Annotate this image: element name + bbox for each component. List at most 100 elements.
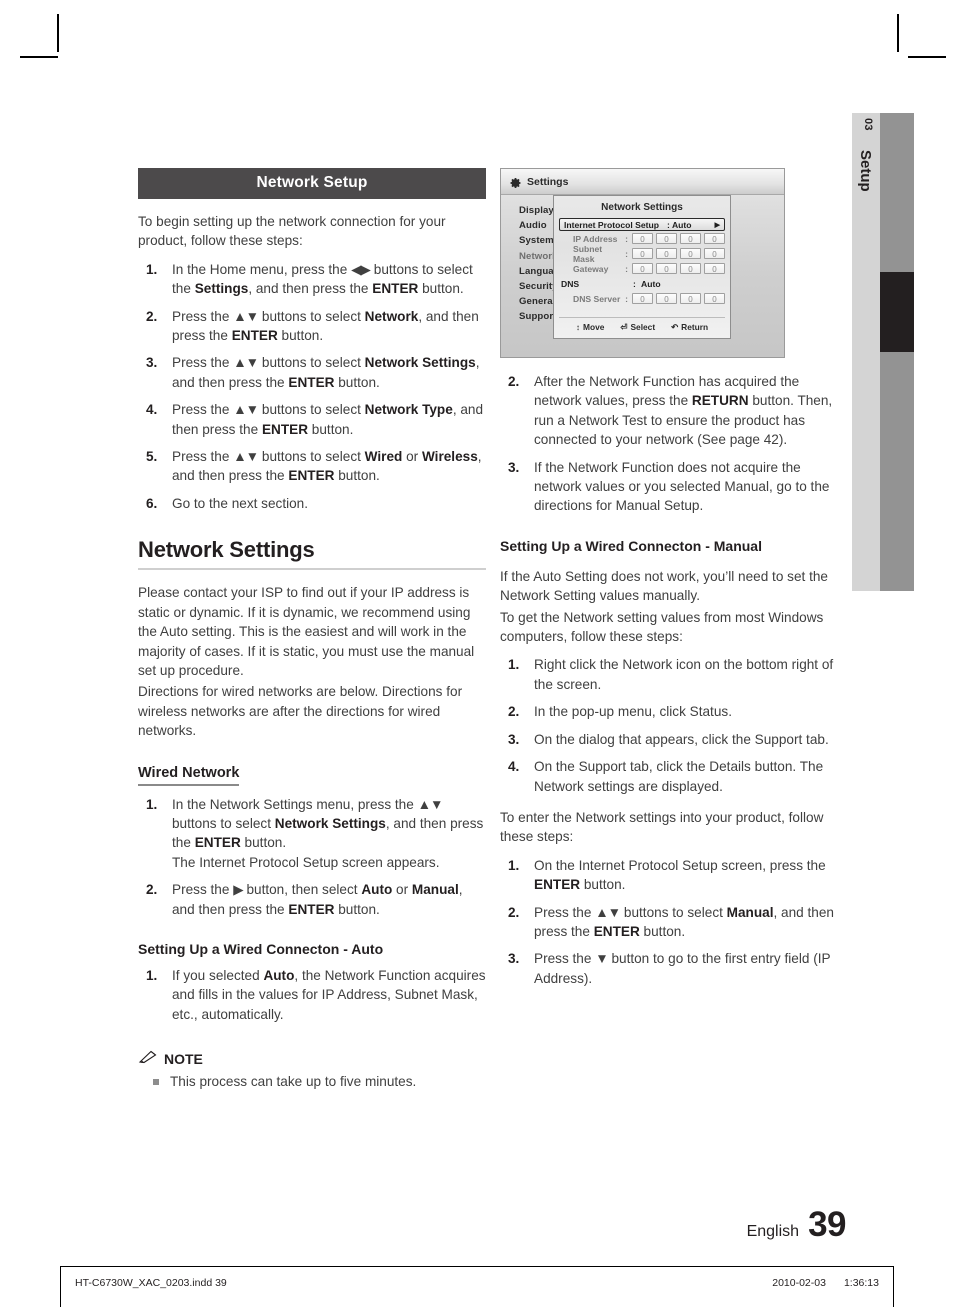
- list-item-text: Go to the next section.: [172, 495, 309, 511]
- chapter-number: 03: [862, 118, 874, 131]
- manual-paragraph-1: If the Auto Setting does not work, you’l…: [500, 568, 828, 604]
- octet-field[interactable]: 0: [632, 248, 653, 259]
- tv-field-row[interactable]: Subnet Mask:0 0 0 0: [559, 243, 725, 264]
- octet-field[interactable]: 0: [632, 263, 653, 274]
- right-column: Settings Display Audio System Network Langua…: [500, 168, 845, 996]
- list-item-number: 3.: [508, 731, 520, 747]
- tv-dialog-footer-hints: ↕ Move ⏎ Select ↶ Return: [559, 317, 725, 332]
- list-item: 3. If the Network Function does not acqui…: [500, 458, 845, 516]
- octet-field[interactable]: 0: [656, 248, 677, 259]
- list-item: 1. If you selected Auto, the Network Func…: [138, 966, 486, 1024]
- tv-field-colon: :: [625, 248, 628, 259]
- list-item: 5. Press the ▲▼ buttons to select Wired o…: [138, 447, 486, 486]
- pencil-icon: [138, 1050, 157, 1067]
- hint-label: Move: [583, 322, 605, 332]
- tv-footer-hint: ↶ Return: [671, 322, 708, 332]
- footer-timestamp: 2010-02-03 1:36:13: [772, 1277, 879, 1289]
- list-item-text: On the dialog that appears, click the Su…: [534, 731, 829, 747]
- octet-field[interactable]: 0: [704, 263, 725, 274]
- list-item-text: If you selected Auto, the Network Functi…: [172, 967, 486, 1022]
- network-settings-paragraph-2: Directions for wired networks are below.…: [138, 684, 463, 739]
- wired-network-steps: 1. In the Network Settings menu, press th…: [138, 795, 486, 919]
- list-item-text: After the Network Function has acquired …: [534, 374, 833, 448]
- list-item: 1. In the Home menu, press the ◀▶ buttons…: [138, 260, 486, 299]
- tv-row-dns[interactable]: DNS : Auto: [559, 276, 725, 291]
- chapter-side-tab-marker: [880, 272, 914, 352]
- wired-manual-heading: Setting Up a Wired Connecton - Manual: [500, 537, 762, 554]
- list-item-number: 1.: [146, 796, 158, 812]
- octet-field[interactable]: 0: [632, 293, 653, 304]
- hint-icon: ↶: [671, 322, 679, 332]
- octet-field[interactable]: 0: [632, 233, 653, 244]
- list-item-text: Press the ▲▼ buttons to select Manual, a…: [534, 904, 834, 939]
- list-item: 6. Go to the next section.: [138, 494, 486, 513]
- chevron-right-icon[interactable]: ▶: [715, 221, 720, 229]
- tv-dns-server-row[interactable]: DNS Server:0 0 0 0: [559, 291, 725, 306]
- list-item-text: In the Home menu, press the ◀▶ buttons t…: [172, 261, 473, 297]
- list-item-number: 5.: [146, 449, 158, 465]
- octet-field[interactable]: 0: [656, 263, 677, 274]
- tv-dns-colon: :: [633, 278, 636, 289]
- crop-mark-top-right-horizontal: [908, 56, 946, 58]
- list-item-text: On the Support tab, click the Details bu…: [534, 759, 824, 794]
- octet-field[interactable]: 0: [680, 293, 701, 304]
- tv-field-row[interactable]: Gateway:0 0 0 0: [559, 261, 725, 276]
- octet-group: 0000: [632, 263, 725, 274]
- tv-field-colon: :: [625, 233, 628, 244]
- octet-field[interactable]: 0: [704, 293, 725, 304]
- list-item: 2. Press the ▲▼ buttons to select Manual,…: [500, 903, 845, 942]
- list-item-text: Press the ▲▼ buttons to select Network T…: [172, 402, 484, 437]
- list-item: 3. On the dialog that appears, click the …: [500, 730, 845, 749]
- footer-date: 2010-02-03: [772, 1277, 826, 1289]
- list-item-number: 3.: [508, 459, 520, 475]
- octet-field[interactable]: 0: [704, 248, 725, 259]
- list-item: 3. Press the ▲▼ buttons to select Network…: [138, 353, 486, 392]
- octet-group: 0000: [632, 293, 725, 304]
- list-item-number: 3.: [508, 951, 520, 967]
- hint-icon: ⏎: [620, 322, 628, 332]
- list-item-number: 4.: [508, 759, 520, 775]
- tv-ips-value: : Auto: [667, 219, 692, 230]
- note-block: NOTE This process can take up to five mi…: [138, 1050, 486, 1091]
- list-item: 1. Right click the Network icon on the bo…: [500, 655, 845, 694]
- octet-field[interactable]: 0: [656, 293, 677, 304]
- list-item-number: 1.: [146, 967, 158, 983]
- list-item-number: 1.: [146, 261, 158, 277]
- footer-time: 1:36:13: [843, 1277, 879, 1289]
- list-item-number: 2.: [508, 904, 520, 920]
- octet-field[interactable]: 0: [704, 233, 725, 244]
- octet-group: 0000: [632, 233, 725, 244]
- wired-auto-steps-continued: 2. After the Network Function has acquire…: [500, 372, 845, 516]
- tv-dns-label: DNS: [561, 278, 580, 289]
- octet-field[interactable]: 0: [680, 263, 701, 274]
- tv-row-internet-protocol-setup[interactable]: Internet Protocol Setup : Auto ▶: [559, 218, 725, 231]
- tv-ips-label: Internet Protocol Setup: [564, 219, 660, 230]
- tv-footer-hint: ⏎ Select: [620, 322, 655, 332]
- tv-field-label: Subnet Mask: [573, 243, 603, 264]
- list-item-number: 6.: [146, 495, 158, 511]
- enter-settings-paragraph: To enter the Network settings into your …: [500, 809, 824, 845]
- list-item: 1. In the Network Settings menu, press th…: [138, 795, 486, 873]
- tv-field-label: Gateway: [573, 263, 609, 274]
- crop-mark-top-left-horizontal: [20, 56, 58, 58]
- network-settings-paragraph-1: Please contact your ISP to find out if y…: [138, 585, 475, 678]
- list-item: 1. On the Internet Protocol Setup screen,…: [500, 856, 845, 895]
- tv-footer-hint: ↕ Move: [576, 322, 605, 332]
- footer-rule: [60, 1266, 894, 1267]
- crop-mark-top-right-vertical: [897, 14, 899, 52]
- octet-field[interactable]: 0: [680, 248, 701, 259]
- left-column: Network Setup To begin setting up the ne…: [138, 168, 486, 1092]
- footer-file-name: HT-C6730W_XAC_0203.indd 39: [75, 1277, 227, 1289]
- octet-field[interactable]: 0: [656, 233, 677, 244]
- list-item-text: Press the ▲▼ buttons to select Network, …: [172, 308, 479, 344]
- list-item: 4. On the Support tab, click the Details …: [500, 757, 845, 796]
- tv-dns-server-row-wrap: DNS Server:0 0 0 0: [559, 291, 725, 306]
- tv-dns-value: Auto: [641, 278, 661, 289]
- gear-icon: [510, 176, 522, 188]
- tv-settings-screenshot: Settings Display Audio System Network Langua…: [500, 168, 785, 358]
- network-settings-heading: Network Settings: [138, 537, 486, 571]
- octet-field[interactable]: 0: [680, 233, 701, 244]
- wired-auto-heading: Setting Up a Wired Connecton - Auto: [138, 940, 384, 957]
- list-item-number: 1.: [508, 857, 520, 873]
- hint-label: Select: [630, 322, 656, 332]
